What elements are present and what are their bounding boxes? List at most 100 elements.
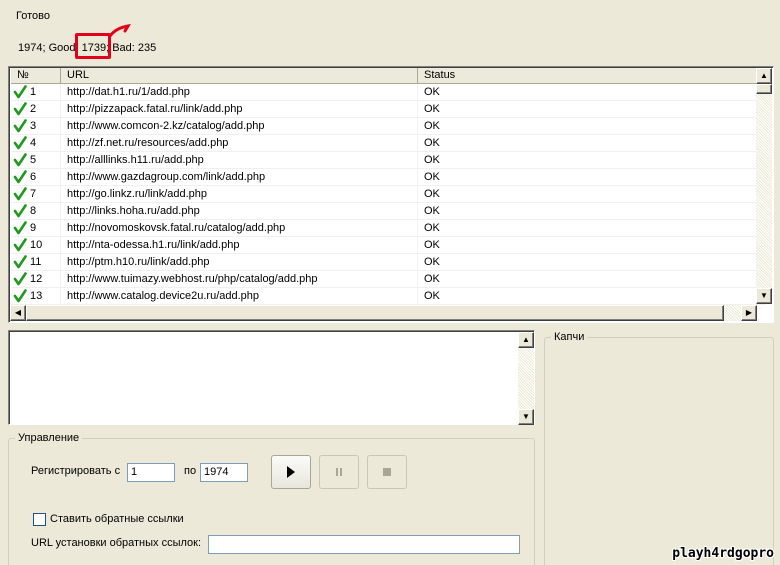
checkmark-icon (13, 85, 27, 99)
captcha-group: Капчи (544, 331, 774, 565)
row-status: OK (418, 169, 766, 185)
scroll-right-button[interactable]: ▶ (741, 305, 757, 321)
vertical-scroll-thumb[interactable] (756, 84, 772, 94)
row-url: http://dat.h1.ru/1/add.php (61, 84, 418, 100)
checkmark-icon (13, 136, 27, 150)
row-url: http://zf.net.ru/resources/add.php (61, 135, 418, 151)
log-scroll-down-button[interactable]: ▼ (518, 409, 534, 425)
row-url: http://www.catalog.device2u.ru/add.php (61, 288, 418, 304)
row-number: 13 (30, 289, 43, 302)
table-row[interactable]: 6 http://www.gazdagroup.com/link/add.php O… (11, 169, 766, 186)
row-status: OK (418, 254, 766, 270)
table-row[interactable]: 7 http://go.linkz.ru/link/add.php OK (11, 186, 766, 203)
table-row[interactable]: 1 http://dat.h1.ru/1/add.php OK (11, 84, 766, 101)
row-number: 4 (30, 136, 37, 149)
row-number-cell: 13 (11, 288, 61, 304)
register-from-input[interactable]: 1 (127, 463, 175, 482)
log-scroll-track[interactable] (518, 348, 534, 409)
row-url: http://www.tuimazy.webhost.ru/php/catalo… (61, 271, 418, 287)
checkmark-icon (13, 255, 27, 269)
list-header: № URL Status (11, 68, 766, 84)
table-row[interactable]: 3 http://www.comcon-2.kz/catalog/add.php O… (11, 118, 766, 135)
row-number-cell: 9 (11, 220, 61, 236)
control-group: Управление Регистрировать с 1 по 1974 Ст… (8, 432, 535, 565)
list-body: 1 http://dat.h1.ru/1/add.php OK 2 http://piz… (11, 84, 766, 305)
column-header-number[interactable]: № (11, 68, 61, 84)
horizontal-scroll-thumb[interactable] (26, 305, 724, 321)
row-number: 7 (30, 187, 37, 200)
captcha-group-title: Капчи (551, 331, 588, 343)
row-number-cell: 6 (11, 169, 61, 185)
row-url: http://links.hoha.ru/add.php (61, 203, 418, 219)
row-number: 6 (30, 170, 37, 183)
row-number: 9 (30, 221, 37, 234)
row-number: 11 (30, 255, 42, 268)
row-url: http://www.comcon-2.kz/catalog/add.php (61, 118, 418, 134)
row-number: 3 (30, 119, 37, 132)
table-row[interactable]: 4 http://zf.net.ru/resources/add.php OK (11, 135, 766, 152)
backlinks-checkbox[interactable] (33, 513, 46, 526)
row-url: http://www.gazdagroup.com/link/add.php (61, 169, 418, 185)
row-number-cell: 3 (11, 118, 61, 134)
table-row[interactable]: 13 http://www.catalog.device2u.ru/add.php… (11, 288, 766, 305)
stop-button[interactable] (367, 455, 407, 489)
scroll-down-button[interactable]: ▼ (756, 288, 772, 304)
start-button[interactable] (271, 455, 311, 489)
table-row[interactable]: 2 http://pizzapack.fatal.ru/link/add.php O… (11, 101, 766, 118)
highlight-tick-annotation (108, 23, 131, 38)
row-number-cell: 12 (11, 271, 61, 287)
stats-bad: Bad: 235 (109, 42, 157, 54)
checkmark-icon (13, 119, 27, 133)
backlinks-url-input[interactable] (208, 535, 520, 554)
row-number: 10 (30, 238, 43, 251)
row-number-cell: 5 (11, 152, 61, 168)
row-url: http://pizzapack.fatal.ru/link/add.php (61, 101, 418, 117)
row-status: OK (418, 135, 766, 151)
vertical-scroll-track[interactable] (756, 84, 772, 288)
results-list-view[interactable]: № URL Status 1 http://dat.h1.ru/1/add.php… (8, 66, 774, 323)
row-status: OK (418, 152, 766, 168)
row-url: http://alllinks.h11.ru/add.php (61, 152, 418, 168)
table-row[interactable]: 9 http://novomoskovsk.fatal.ru/catalog/ad… (11, 220, 766, 237)
row-status: OK (418, 101, 766, 117)
row-number-cell: 7 (11, 186, 61, 202)
checkmark-icon (13, 221, 27, 235)
horizontal-scroll-track[interactable] (26, 305, 741, 321)
row-status: OK (418, 203, 766, 219)
row-number-cell: 8 (11, 203, 61, 219)
scroll-up-button[interactable]: ▲ (756, 68, 772, 84)
checkmark-icon (13, 272, 27, 286)
row-number: 2 (30, 102, 37, 115)
checkmark-icon (13, 102, 27, 116)
row-number-cell: 1 (11, 84, 61, 100)
row-url: http://nta-odessa.h1.ru/link/add.php (61, 237, 418, 253)
scroll-left-button[interactable]: ◀ (10, 305, 26, 321)
register-to-input[interactable]: 1974 (200, 463, 248, 482)
log-scroll-up-button[interactable]: ▲ (518, 332, 534, 348)
column-header-url[interactable]: URL (61, 68, 418, 84)
row-number: 5 (30, 153, 37, 166)
stats-total: 1974; Good: (18, 42, 82, 54)
table-row[interactable]: 10 http://nta-odessa.h1.ru/link/add.php OK (11, 237, 766, 254)
row-status: OK (418, 220, 766, 236)
stop-icon (383, 468, 391, 476)
row-url: http://novomoskovsk.fatal.ru/catalog/add… (61, 220, 418, 236)
table-row[interactable]: 8 http://links.hoha.ru/add.php OK (11, 203, 766, 220)
row-number: 1 (30, 85, 37, 98)
log-textarea[interactable]: ▲ ▼ (8, 330, 535, 425)
table-row[interactable]: 12 http://www.tuimazy.webhost.ru/php/cata… (11, 271, 766, 288)
row-status: OK (418, 288, 766, 304)
checkmark-icon (13, 170, 27, 184)
checkmark-icon (13, 204, 27, 218)
backlinks-checkbox-label: Ставить обратные ссылки (50, 513, 184, 525)
table-row[interactable]: 11 http://ptm.h10.ru/link/add.php OK (11, 254, 766, 271)
backlinks-url-label: URL установки обратных ссылок: (31, 537, 202, 549)
checkmark-icon (13, 238, 27, 252)
status-title: Готово (16, 10, 50, 22)
pause-button[interactable] (319, 455, 359, 489)
column-header-status[interactable]: Status (418, 68, 766, 84)
table-row[interactable]: 5 http://alllinks.h11.ru/add.php OK (11, 152, 766, 169)
row-url: http://go.linkz.ru/link/add.php (61, 186, 418, 202)
play-icon (287, 466, 295, 478)
row-status: OK (418, 118, 766, 134)
